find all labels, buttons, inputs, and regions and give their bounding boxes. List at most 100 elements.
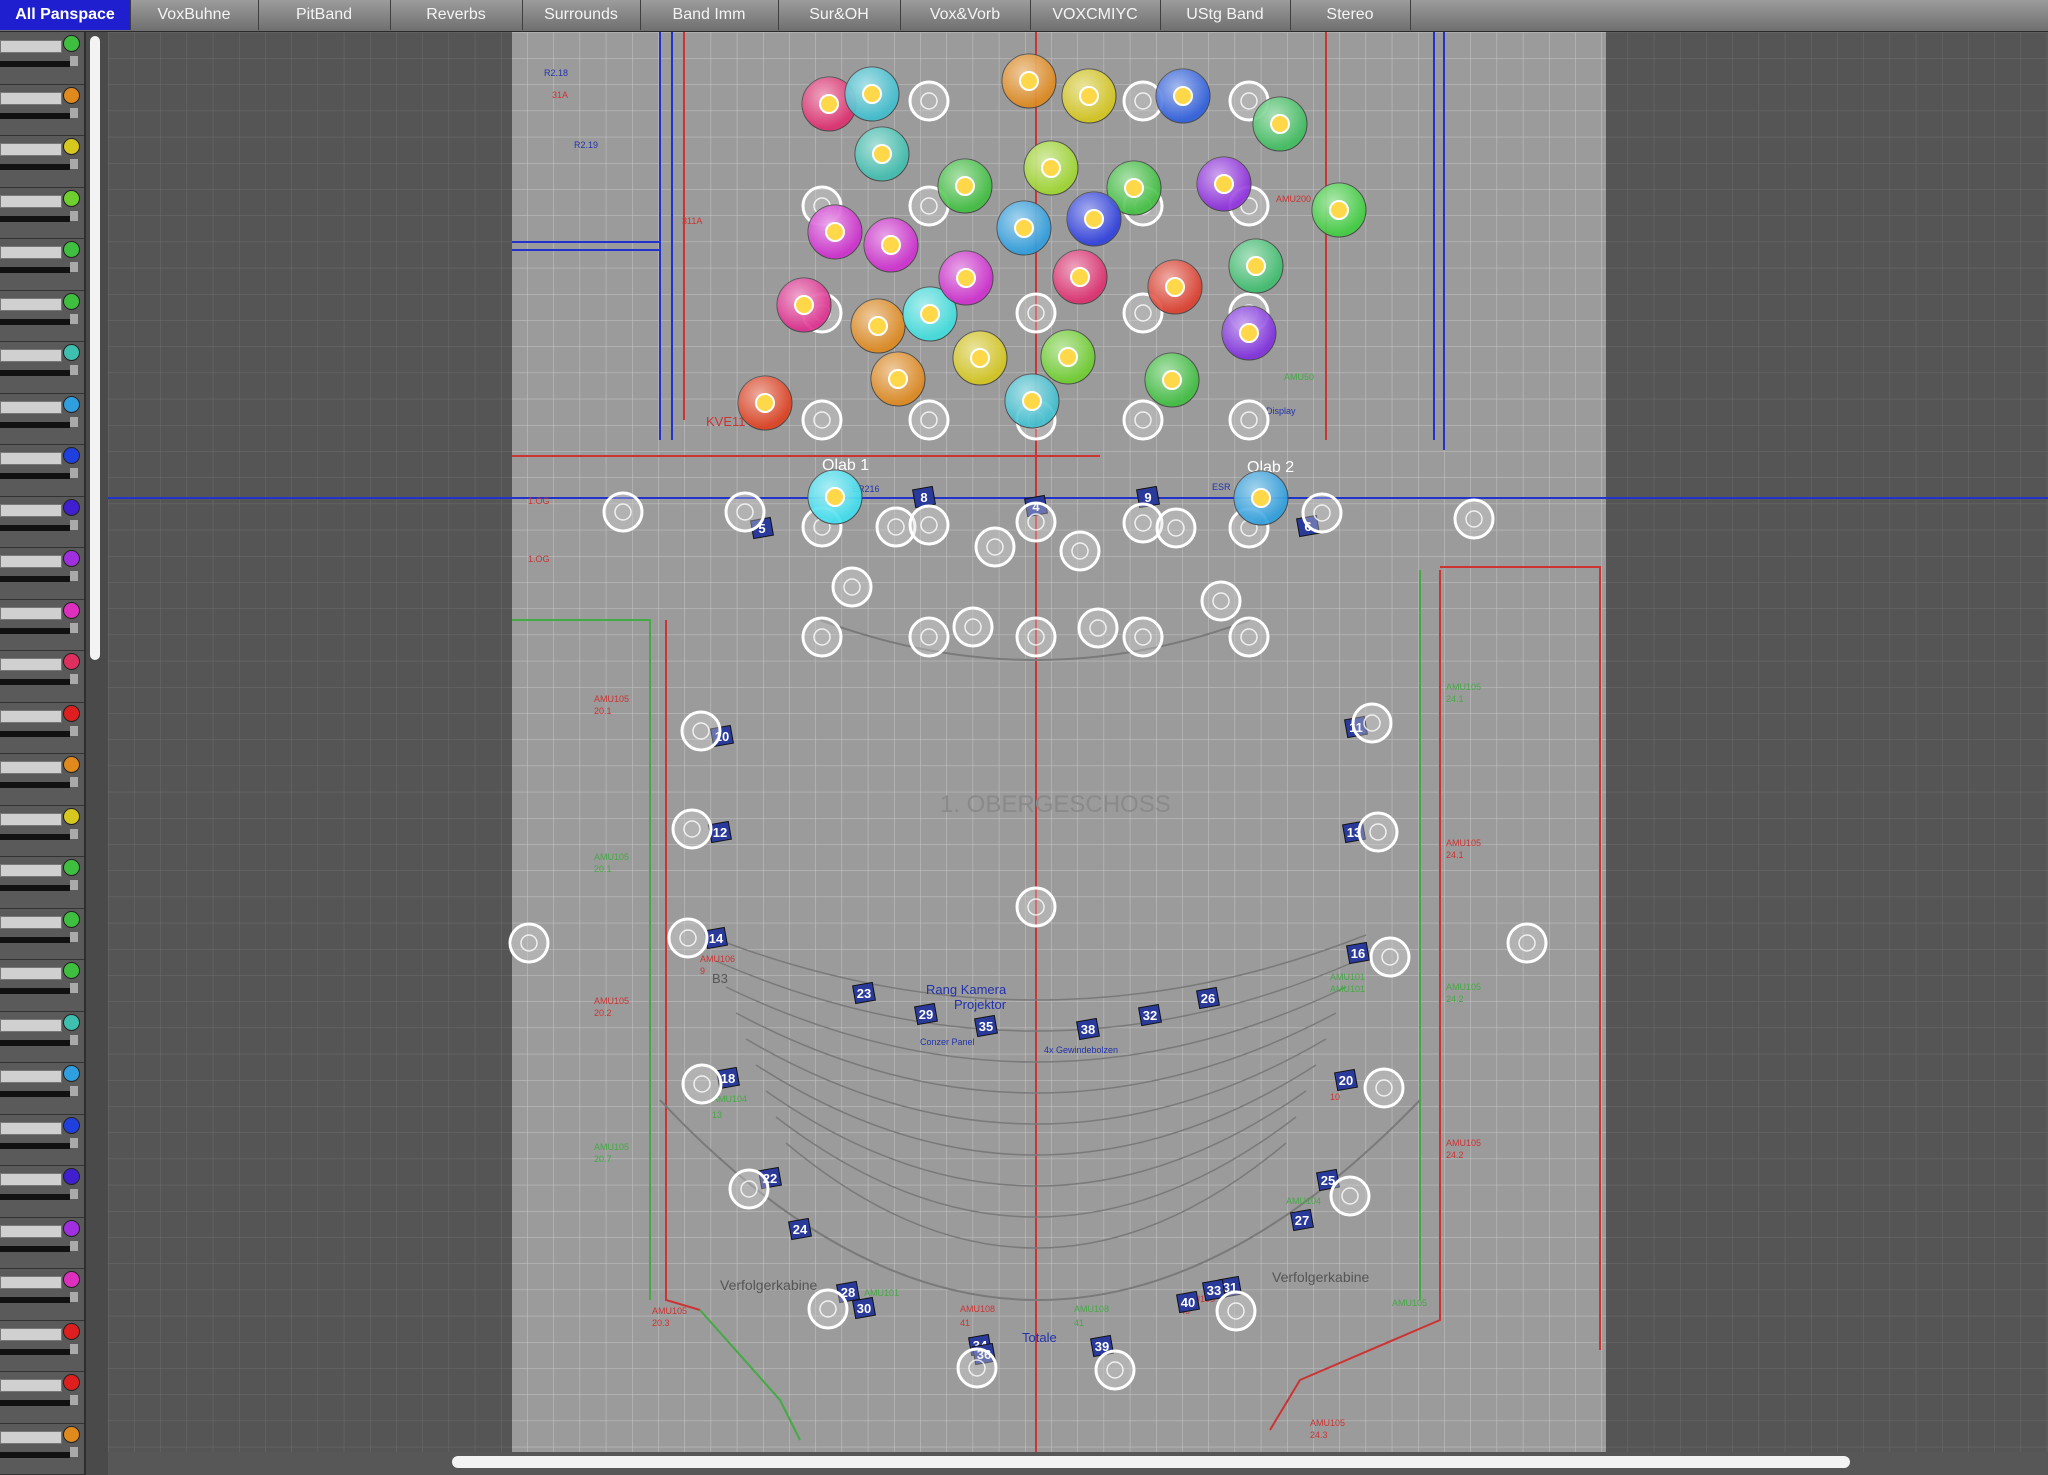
- speaker-marker[interactable]: 26: [1196, 986, 1220, 1010]
- channel-strip[interactable]: [0, 805, 84, 857]
- speaker-marker[interactable]: 32: [1138, 1003, 1162, 1027]
- channel-level-bar[interactable]: [0, 709, 62, 723]
- empty-speaker-slot[interactable]: [1453, 498, 1495, 540]
- channel-mute-toggle[interactable]: [70, 159, 78, 169]
- source-channel-5[interactable]: [1155, 68, 1211, 124]
- channel-strip[interactable]: [0, 599, 84, 651]
- channel-strip[interactable]: [0, 1165, 84, 1218]
- channel-mute-toggle[interactable]: [70, 468, 78, 478]
- source-channel-3[interactable]: [1001, 53, 1057, 109]
- channel-color-dot[interactable]: [63, 498, 80, 516]
- channel-mute-toggle[interactable]: [70, 880, 78, 890]
- channel-color-dot[interactable]: [63, 395, 80, 413]
- channel-color-dot[interactable]: [63, 601, 80, 619]
- channel-level-bar[interactable]: [0, 194, 62, 208]
- channel-mute-toggle[interactable]: [70, 1189, 78, 1199]
- source-channel-29[interactable]: [1144, 352, 1200, 408]
- channel-strip[interactable]: [0, 1423, 84, 1475]
- channel-color-dot[interactable]: [63, 1219, 80, 1237]
- source-channel-16[interactable]: [1066, 191, 1122, 247]
- empty-speaker-slot[interactable]: [908, 504, 950, 546]
- channel-level-bar[interactable]: [0, 1018, 62, 1032]
- empty-speaker-slot[interactable]: [1094, 1349, 1136, 1391]
- source-channel-24[interactable]: [1221, 305, 1277, 361]
- channel-level-bar[interactable]: [0, 761, 62, 774]
- tab-voxcmiyc[interactable]: VOXCMIYC: [1030, 0, 1161, 30]
- empty-speaker-slot[interactable]: [801, 616, 843, 658]
- channel-strip[interactable]: [0, 393, 84, 445]
- source-channel-11[interactable]: [1196, 156, 1252, 212]
- channel-level-bar[interactable]: [0, 91, 62, 105]
- channel-strip[interactable]: [0, 1011, 84, 1063]
- channel-mute-toggle[interactable]: [70, 107, 78, 118]
- empty-speaker-slot[interactable]: [956, 1347, 998, 1389]
- source-channel-32[interactable]: [1233, 470, 1289, 526]
- channel-strip[interactable]: [0, 547, 84, 600]
- speaker-marker[interactable]: 16: [1346, 941, 1370, 965]
- empty-speaker-slot[interactable]: [1155, 507, 1197, 549]
- empty-speaker-slot[interactable]: [508, 922, 550, 964]
- channel-mute-toggle[interactable]: [70, 674, 78, 684]
- channel-level-bar[interactable]: [0, 143, 62, 156]
- source-channel-18[interactable]: [776, 277, 832, 333]
- source-channel-8[interactable]: [937, 158, 993, 214]
- channel-level-bar[interactable]: [0, 452, 62, 465]
- channel-level-bar[interactable]: [0, 503, 62, 517]
- channel-color-dot[interactable]: [63, 1425, 80, 1443]
- speaker-marker[interactable]: 40: [1176, 1290, 1200, 1314]
- source-channel-2[interactable]: [844, 66, 900, 122]
- panspace-canvas[interactable]: 1. OBERGESCHOSS Qlab 1 Qlab 2 Rang Kamera Pr…: [108, 32, 2048, 1452]
- channel-strip[interactable]: [0, 290, 84, 342]
- channel-mute-toggle[interactable]: [70, 1395, 78, 1405]
- channel-strip[interactable]: [0, 84, 84, 136]
- empty-speaker-slot[interactable]: [974, 526, 1016, 568]
- channel-mute-toggle[interactable]: [70, 1086, 78, 1096]
- empty-speaker-slot[interactable]: [728, 1168, 770, 1210]
- channel-level-bar[interactable]: [0, 1121, 62, 1135]
- empty-speaker-slot[interactable]: [1506, 922, 1548, 964]
- empty-speaker-slot[interactable]: [1329, 1175, 1371, 1217]
- empty-speaker-slot[interactable]: [1059, 530, 1101, 572]
- tab-surrounds[interactable]: Surrounds: [522, 0, 641, 30]
- channel-level-bar[interactable]: [0, 246, 62, 259]
- channel-mute-toggle[interactable]: [70, 1034, 78, 1045]
- tab-pitband[interactable]: PitBand: [258, 0, 391, 30]
- source-channel-6[interactable]: [1252, 96, 1308, 152]
- tab-voxbuhne[interactable]: VoxBuhne: [130, 0, 259, 30]
- empty-speaker-slot[interactable]: [1015, 501, 1057, 543]
- channel-strip[interactable]: [0, 1371, 84, 1424]
- channel-level-bar[interactable]: [0, 555, 62, 568]
- empty-speaker-slot[interactable]: [1122, 616, 1164, 658]
- channel-level-bar[interactable]: [0, 1430, 62, 1444]
- channel-color-dot[interactable]: [63, 189, 80, 207]
- channel-strip[interactable]: [0, 1062, 84, 1115]
- channel-color-dot[interactable]: [63, 1013, 80, 1031]
- channel-mute-toggle[interactable]: [70, 983, 78, 993]
- source-channel-31[interactable]: [807, 469, 863, 525]
- empty-speaker-slot[interactable]: [667, 917, 709, 959]
- channel-level-bar[interactable]: [0, 658, 62, 671]
- channel-color-dot[interactable]: [63, 344, 80, 361]
- source-channel-14[interactable]: [863, 217, 919, 273]
- source-channel-25[interactable]: [952, 330, 1008, 386]
- empty-speaker-slot[interactable]: [831, 566, 873, 608]
- tab-band-imm[interactable]: Band Imm: [640, 0, 779, 30]
- empty-speaker-slot[interactable]: [908, 616, 950, 658]
- channel-strip[interactable]: [0, 856, 84, 909]
- speaker-marker[interactable]: 24: [788, 1217, 812, 1241]
- channel-level-bar[interactable]: [0, 812, 62, 826]
- source-channel-27[interactable]: [870, 351, 926, 407]
- channel-strip[interactable]: [0, 650, 84, 703]
- channel-strip[interactable]: [0, 1217, 84, 1269]
- channel-level-bar[interactable]: [0, 1327, 62, 1341]
- channel-color-dot[interactable]: [63, 292, 80, 310]
- source-channel-17[interactable]: [1228, 238, 1284, 294]
- channel-mute-toggle[interactable]: [70, 1446, 78, 1457]
- empty-speaker-slot[interactable]: [680, 710, 722, 752]
- channel-level-bar[interactable]: [0, 915, 62, 929]
- source-channel-13[interactable]: [807, 204, 863, 260]
- vertical-scrollbar[interactable]: [90, 36, 100, 660]
- channel-strip[interactable]: [0, 959, 84, 1012]
- speaker-marker[interactable]: 20: [1334, 1068, 1358, 1092]
- channel-level-bar[interactable]: [0, 864, 62, 877]
